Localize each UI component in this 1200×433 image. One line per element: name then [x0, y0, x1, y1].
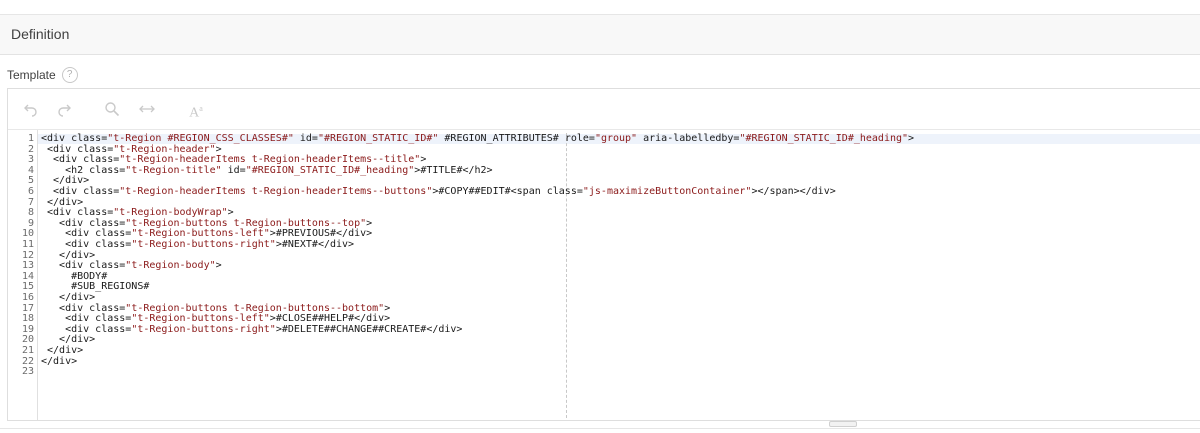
editor-resize-handle[interactable]: [829, 421, 857, 427]
line-number: 17: [21, 302, 34, 314]
line-number: 10: [21, 228, 34, 240]
template-field-label-row: Template ?: [7, 66, 78, 84]
font-size-icon[interactable]: Aa: [184, 99, 208, 121]
code-line[interactable]: <div class="t-Region #REGION_CSS_CLASSES…: [41, 133, 914, 144]
code-line[interactable]: </div>: [41, 197, 83, 208]
replace-icon[interactable]: [137, 99, 157, 119]
code-line[interactable]: </div>: [41, 175, 89, 186]
code-area[interactable]: 1 2 3 4 5 6 7 8 9 10 11 12 13 14 15 16 17 18 19 20 21 22 23 <di…: [8, 130, 1200, 420]
code-line[interactable]: <div class="t-Region-headerItems t-Regio…: [41, 154, 426, 165]
code-line[interactable]: #BODY#: [41, 271, 107, 282]
help-icon[interactable]: ?: [61, 67, 78, 83]
code-line[interactable]: <div class="t-Region-buttons-right">#DEL…: [41, 324, 462, 335]
code-line[interactable]: <div class="t-Region-bodyWrap">: [41, 207, 234, 218]
top-strip: [0, 0, 1200, 15]
line-number: 13: [21, 260, 34, 272]
editor-toolbar: Aa: [8, 89, 1200, 130]
code-line[interactable]: <div class="t-Region-buttons t-Region-bu…: [41, 303, 390, 314]
line-number: 1: [27, 133, 34, 144]
line-number: 8: [27, 207, 34, 219]
font-size-label: A: [189, 105, 200, 121]
line-number: 7: [27, 196, 34, 208]
code-line[interactable]: <div class="t-Region-buttons-left">#PREV…: [41, 228, 372, 239]
code-line[interactable]: <div class="t-Region-header">: [41, 144, 222, 155]
line-number: 2: [27, 143, 34, 155]
line-number: 6: [27, 186, 34, 197]
line-number: 5: [27, 175, 34, 187]
section-header[interactable]: Definition: [0, 15, 1200, 55]
code-line[interactable]: <div class="t-Region-buttons-right">#NEX…: [41, 239, 354, 250]
code-line[interactable]: <div class="t-Region-buttons-left">#CLOS…: [41, 313, 390, 324]
line-number: 4: [27, 164, 34, 176]
code-line[interactable]: </div>: [41, 292, 95, 303]
print-margin-ruler: [566, 133, 567, 418]
code-line[interactable]: </div>: [41, 356, 77, 367]
redo-icon[interactable]: [54, 99, 74, 119]
code-line[interactable]: </div>: [41, 345, 83, 356]
line-number: 19: [21, 323, 34, 335]
line-number: 12: [21, 249, 34, 261]
code-line[interactable]: </div>: [41, 250, 95, 261]
code-line[interactable]: <div class="t-Region-buttons t-Region-bu…: [41, 218, 372, 229]
undo-icon[interactable]: [21, 99, 41, 119]
code-editor[interactable]: Aa 1 2 3 4 5 6 7 8 9 10 11 12 13 14 15 16 17 18 19 20 21 22 23…: [7, 88, 1200, 421]
line-number: 9: [27, 217, 34, 229]
line-number: 15: [21, 281, 34, 293]
template-label: Template: [7, 68, 56, 82]
line-number: 11: [21, 239, 34, 250]
line-number: 21: [21, 345, 34, 356]
line-number: 3: [27, 154, 34, 166]
code-line[interactable]: <div class="t-Region-body">: [41, 260, 222, 271]
code-line[interactable]: #SUB_REGIONS#: [41, 281, 149, 292]
code-line[interactable]: </div>: [41, 334, 95, 345]
line-number: 20: [21, 334, 34, 346]
line-number: 16: [21, 292, 34, 303]
line-number: 23: [21, 366, 34, 378]
section-title: Definition: [11, 26, 70, 42]
search-icon[interactable]: [102, 99, 122, 119]
line-number: 18: [21, 313, 34, 325]
line-number: 14: [21, 270, 34, 282]
line-number: 22: [21, 355, 34, 367]
bottom-divider: [0, 428, 1200, 429]
code-line[interactable]: <div class="t-Region-headerItems t-Regio…: [41, 186, 836, 197]
code-line[interactable]: <h2 class="t-Region-title" id="#REGION_S…: [41, 165, 493, 176]
